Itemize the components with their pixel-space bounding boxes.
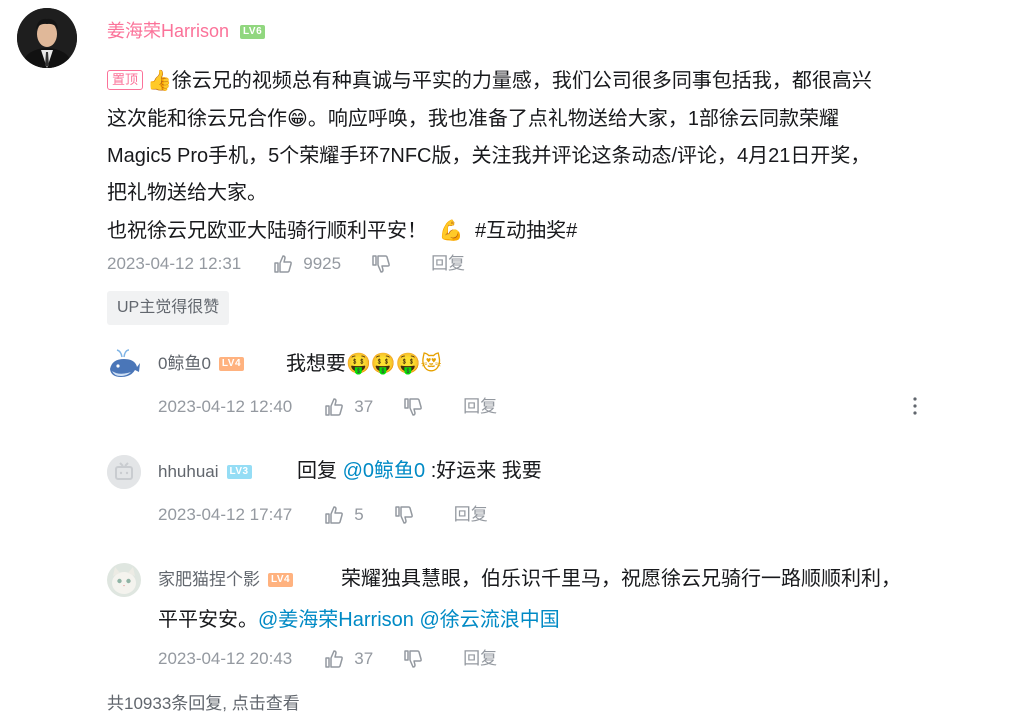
comment-content: 置顶 👍徐云兄的视频总有种真诚与平实的力量感，我们公司很多同事包括我，都很高兴 这… (107, 62, 987, 250)
reply-content-line2: 平平安安。@姜海荣Harrison @徐云流浪中国 (158, 602, 560, 639)
username[interactable]: 家肥猫捏个影 (158, 568, 260, 592)
timestamp: 2023-04-12 12:31 (107, 254, 242, 273)
more-vertical-icon-svg (913, 397, 917, 415)
grin-emoji-icon: 😁 (287, 106, 308, 130)
comment-text-line1: 徐云兄的视频总有种真诚与平实的力量感，我们公司很多同事包括我，都很高兴 (171, 70, 872, 92)
timestamp: 2023-04-12 12:40 (158, 397, 293, 416)
thumbs-up-icon (325, 650, 344, 668)
comment-line: 置顶 👍徐云兄的视频总有种真诚与平实的力量感，我们公司很多同事包括我，都很高兴 (107, 62, 987, 100)
avatar[interactable] (107, 455, 141, 489)
comment-author[interactable]: 姜海荣Harrison LV6 (107, 19, 266, 43)
username[interactable]: hhuhuai (158, 460, 219, 484)
avatar[interactable] (107, 347, 141, 381)
reply-button[interactable]: 回复 (463, 395, 497, 419)
cat-avatar-image (107, 563, 141, 597)
thumbs-up-icon (325, 398, 344, 416)
thumbs-down-icon (404, 398, 423, 416)
like-button[interactable]: 9925 (273, 252, 341, 276)
reply-text: 我想要 (286, 353, 346, 375)
reply-button[interactable]: 回复 (463, 647, 497, 671)
comment-text-line5: 也祝徐云兄欧亚大陆骑行顺利平安！ (107, 220, 427, 242)
comment-text-line4: 把礼物送给大家。 (107, 182, 267, 204)
reply-button[interactable]: 回复 (431, 252, 465, 276)
reply-text: :好运来 我要 (430, 460, 542, 482)
dislike-button[interactable] (394, 505, 424, 525)
like-button[interactable]: 5 (324, 503, 364, 527)
thumbs-down-icon (404, 650, 423, 668)
comment-text-line3: Magic5 Pro手机，5个荣耀手环7NFC版，关注我并评论这条动态/评论，4… (107, 145, 871, 167)
thumbs-up-emoji-icon: 👍 (147, 68, 172, 92)
reply-author[interactable]: 0鲸鱼0 LV4 (158, 352, 245, 376)
reply-text-line2: 平平安安。 (158, 609, 258, 631)
comment-text-line2: 这次能和徐云兄合作 (107, 108, 287, 130)
money-face-emoji-icon: 🤑🤑🤑😻 (346, 351, 442, 375)
comment-line: 这次能和徐云兄合作😁。响应呼唤，我也准备了点礼物送给大家，1部徐云同款荣耀 (107, 100, 987, 138)
avatar-image (17, 8, 77, 68)
reply-meta: 2023-04-12 12:40 37 回复 (158, 395, 527, 419)
avatar[interactable] (107, 563, 141, 597)
flexed-biceps-emoji-icon: 💪 (438, 218, 464, 242)
reply-author[interactable]: 家肥猫捏个影 LV4 (158, 568, 294, 592)
reply-author[interactable]: hhuhuai LV3 (158, 460, 252, 484)
username[interactable]: 姜海荣Harrison (107, 21, 229, 41)
level-badge: LV6 (240, 25, 266, 40)
mention-link[interactable]: @0鲸鱼0 (343, 460, 426, 482)
timestamp: 2023-04-12 20:43 (158, 649, 293, 668)
like-button[interactable]: 37 (324, 395, 373, 419)
pinned-badge: 置顶 (107, 70, 144, 90)
comment-line: 也祝徐云兄欧亚大陆骑行顺利平安！ 💪 #互动抽奖# (107, 212, 987, 250)
thumbs-up-icon (274, 255, 293, 273)
thumbs-down-icon (372, 255, 390, 273)
up-liked-badge: UP主觉得很赞 (107, 291, 230, 325)
level-badge: LV4 (218, 357, 245, 371)
reply-prefix: 回复 (297, 460, 337, 482)
mention-link[interactable]: @姜海荣Harrison (258, 609, 414, 631)
dislike-button[interactable] (403, 397, 433, 417)
level-badge: LV4 (268, 573, 294, 587)
view-all-replies-link[interactable]: 共10933条回复, 点击查看 (107, 692, 300, 716)
comment-meta: 2023-04-12 12:31 9925 回复 (107, 252, 495, 276)
thumbs-up-icon (325, 506, 344, 524)
level-badge: LV3 (226, 465, 252, 479)
avatar[interactable] (17, 8, 77, 68)
comment-text-line2b: 。响应呼唤，我也准备了点礼物送给大家，1部徐云同款荣耀 (307, 108, 839, 130)
default-tv-avatar-image (107, 455, 141, 489)
more-vertical-icon[interactable] (911, 396, 919, 416)
reply-content: 我想要🤑🤑🤑😻 (286, 345, 442, 383)
like-count: 9925 (303, 254, 342, 273)
like-count: 37 (354, 649, 374, 668)
mention-link[interactable]: @徐云流浪中国 (419, 609, 559, 631)
hashtag-link[interactable]: #互动抽奖# (475, 220, 577, 242)
thumbs-down-icon (394, 506, 413, 524)
reply-button[interactable]: 回复 (454, 503, 488, 527)
username[interactable]: 0鲸鱼0 (158, 352, 211, 376)
like-count: 5 (354, 505, 364, 524)
reply-meta: 2023-04-12 20:43 37 回复 (158, 647, 527, 671)
reply-content: 回复 @0鲸鱼0 :好运来 我要 (297, 453, 542, 490)
dislike-button[interactable] (403, 649, 433, 669)
whale-avatar-image (107, 347, 141, 381)
dislike-button[interactable] (371, 254, 401, 274)
reply-text-line1: 荣耀独具慧眼，伯乐识千里马，祝愿徐云兄骑行一路顺顺利利， (341, 568, 901, 590)
reply-meta: 2023-04-12 17:47 5 回复 (158, 503, 518, 527)
like-button[interactable]: 37 (324, 647, 373, 671)
like-count: 37 (354, 397, 374, 416)
timestamp: 2023-04-12 17:47 (158, 505, 293, 524)
